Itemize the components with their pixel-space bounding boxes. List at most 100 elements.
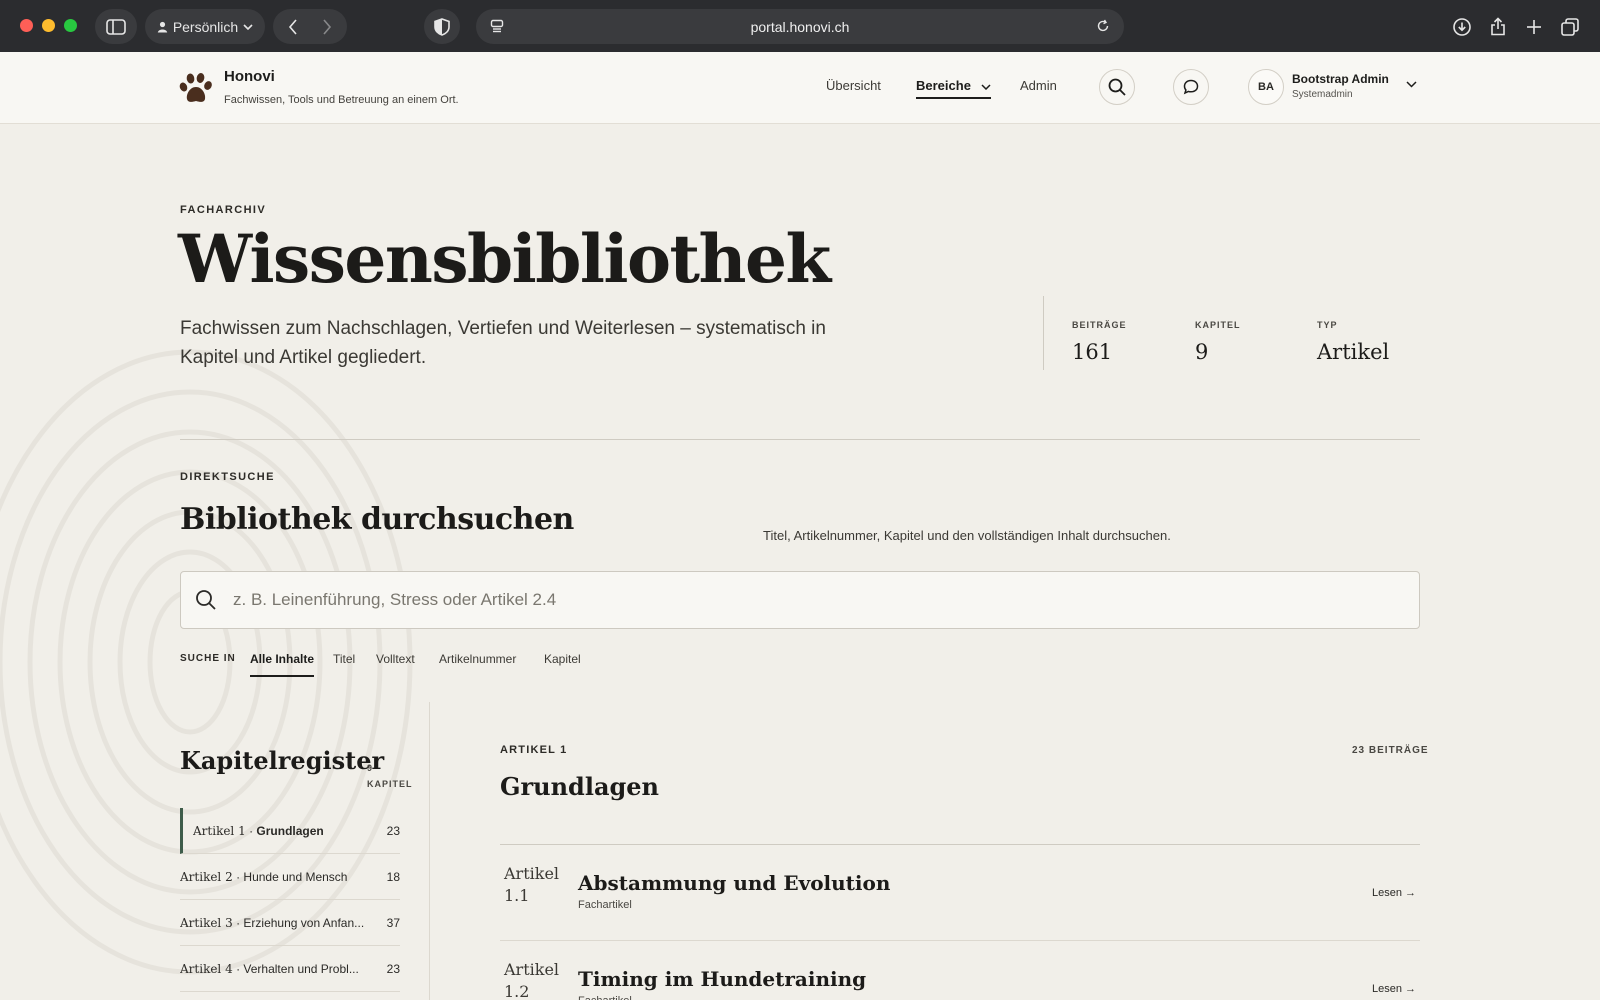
profile-button[interactable]: Persönlich (145, 9, 265, 44)
chapter-count: 23 BEITRÄGE (1352, 745, 1429, 756)
section-divider (180, 439, 1420, 440)
shield-icon (434, 17, 450, 36)
nav-link-admin[interactable]: Admin (1020, 78, 1057, 93)
filter-tab-titel[interactable]: Titel (333, 652, 355, 666)
sidebar-toggle-button[interactable] (95, 9, 137, 44)
paw-logo-icon[interactable] (178, 70, 214, 106)
url-text: portal.honovi.ch (750, 18, 850, 35)
register-item-name: Grundlagen (256, 823, 324, 838)
chapter-title: Grundlagen (500, 772, 659, 801)
filter-tab-volltext[interactable]: Volltext (376, 652, 415, 666)
brand-tagline: Fachwissen, Tools und Betreuung an einem… (224, 94, 459, 106)
register-title: Kapitelregister (180, 746, 385, 775)
page-menu-icon[interactable] (490, 19, 504, 33)
register-item-name: Verhalten und Probl... (243, 961, 359, 976)
forward-icon[interactable] (322, 18, 332, 35)
article-title[interactable]: Timing im Hundetraining (578, 967, 866, 991)
chevron-down-icon (981, 84, 991, 91)
library-search-input[interactable] (233, 572, 1403, 628)
back-icon[interactable] (288, 18, 298, 35)
active-filter-underline (250, 675, 314, 677)
register-item-4[interactable]: Artikel 4 · Verhalten und Probl... 23 (180, 946, 400, 992)
read-link[interactable]: Lesen → (1372, 887, 1416, 899)
history-nav-group (273, 9, 347, 44)
register-item-label: Artikel 4 · Verhalten und Probl... (180, 961, 359, 976)
article-type: Fachartikel (578, 899, 632, 911)
register-item-2[interactable]: Artikel 2 · Hunde und Mensch 18 (180, 854, 400, 900)
reload-icon[interactable] (1096, 19, 1110, 33)
register-item-1[interactable]: Artikel 1 · Grundlagen 23 (180, 808, 400, 854)
register-item-prefix: Artikel 4 (180, 961, 233, 976)
article-number: Artikel 1.1 (504, 864, 560, 905)
nav-link-bereiche[interactable]: Bereiche (916, 78, 991, 99)
address-bar[interactable]: portal.honovi.ch (476, 9, 1124, 44)
register-item-label: Artikel 2 · Hunde und Mensch (180, 869, 348, 884)
register-count-label: KAPITEL (367, 779, 413, 789)
chapter-eyebrow: ARTIKEL 1 (500, 744, 568, 756)
stat-value-typ: Artikel (1317, 340, 1390, 364)
user-avatar[interactable]: BA (1248, 69, 1284, 105)
downloads-button[interactable] (1444, 9, 1480, 44)
top-navigation: Honovi Fachwissen, Tools und Betreuung a… (0, 52, 1600, 124)
search-icon (1108, 78, 1126, 96)
register-item-label: Artikel 3 · Erziehung von Anfan... (180, 915, 365, 930)
search-icon (196, 590, 216, 610)
download-icon (1453, 17, 1471, 36)
privacy-shield-button[interactable] (424, 9, 460, 44)
stat-value-kapitel: 9 (1195, 340, 1209, 364)
close-window-button[interactable] (20, 19, 33, 32)
article-title[interactable]: Abstammung und Evolution (578, 871, 890, 895)
tab-overview-button[interactable] (1552, 9, 1588, 44)
nav-link-bereiche-label: Bereiche (916, 78, 971, 93)
brand-name[interactable]: Honovi (224, 68, 275, 85)
profile-label: Persönlich (172, 18, 239, 35)
minimize-window-button[interactable] (42, 19, 55, 32)
register-item-count: 23 (386, 823, 400, 838)
filter-tab-alle-inhalte[interactable]: Alle Inhalte (250, 652, 314, 666)
register-item-name: Erziehung von Anfan... (243, 915, 365, 930)
tabs-icon (1561, 17, 1579, 36)
sidebar-icon (106, 18, 126, 35)
hero-eyebrow: FACHARCHIV (180, 204, 267, 216)
chat-button[interactable] (1173, 69, 1209, 105)
page-title: Wissensbibliothek (178, 220, 831, 298)
nav-link-uebersicht[interactable]: Übersicht (826, 78, 881, 93)
new-tab-button[interactable] (1516, 9, 1552, 44)
share-icon (1491, 17, 1505, 36)
search-filter-label: SUCHE IN (180, 653, 236, 664)
browser-chrome: Persönlich portal.honovi.ch (0, 0, 1600, 52)
register-item-label: Artikel 1 · Grundlagen (193, 823, 324, 838)
page: Honovi Fachwissen, Tools und Betreuung a… (0, 52, 1600, 1000)
share-button[interactable] (1480, 9, 1516, 44)
user-menu-chevron-icon[interactable] (1406, 81, 1417, 88)
register-count-number: 9 (367, 763, 374, 773)
plus-icon (1527, 19, 1541, 34)
article-row[interactable]: Artikel 1.1 Abstammung und Evolution Fac… (500, 845, 1420, 941)
filter-tab-artikelnummer[interactable]: Artikelnummer (439, 652, 516, 666)
register-count: 9 KAPITEL (367, 760, 413, 792)
register-item-prefix: Artikel 2 (180, 869, 233, 884)
column-divider (429, 702, 430, 1000)
read-link[interactable]: Lesen → (1372, 983, 1416, 995)
stat-label-kapitel: KAPITEL (1195, 320, 1241, 330)
search-button[interactable] (1099, 69, 1135, 105)
stat-value-beitraege: 161 (1072, 340, 1113, 364)
user-name[interactable]: Bootstrap Admin (1292, 72, 1389, 86)
article-number: Artikel 1.2 (504, 960, 560, 1000)
register-item-prefix: Artikel 3 (180, 915, 233, 930)
article-row[interactable]: Artikel 1.2 Timing im Hundetraining Fach… (500, 941, 1420, 1000)
hero-subtitle: Fachwissen zum Nachschlagen, Vertiefen u… (180, 318, 826, 368)
register-item-3[interactable]: Artikel 3 · Erziehung von Anfan... 37 (180, 900, 400, 946)
register-item-name: Hunde und Mensch (243, 869, 348, 884)
search-eyebrow: DIREKTSUCHE (180, 471, 275, 483)
register-item-count: 18 (386, 869, 400, 884)
chevron-down-icon (243, 23, 253, 30)
filter-tab-kapitel[interactable]: Kapitel (544, 652, 581, 666)
chat-bubble-icon (1183, 79, 1199, 95)
article-type: Fachartikel (578, 995, 632, 1000)
person-icon (157, 21, 168, 32)
search-hint: Titel, Artikelnummer, Kapitel und den vo… (763, 528, 1171, 543)
register-item-count: 37 (386, 915, 400, 930)
zoom-window-button[interactable] (64, 19, 77, 32)
register-item-prefix: Artikel 1 (193, 823, 246, 838)
